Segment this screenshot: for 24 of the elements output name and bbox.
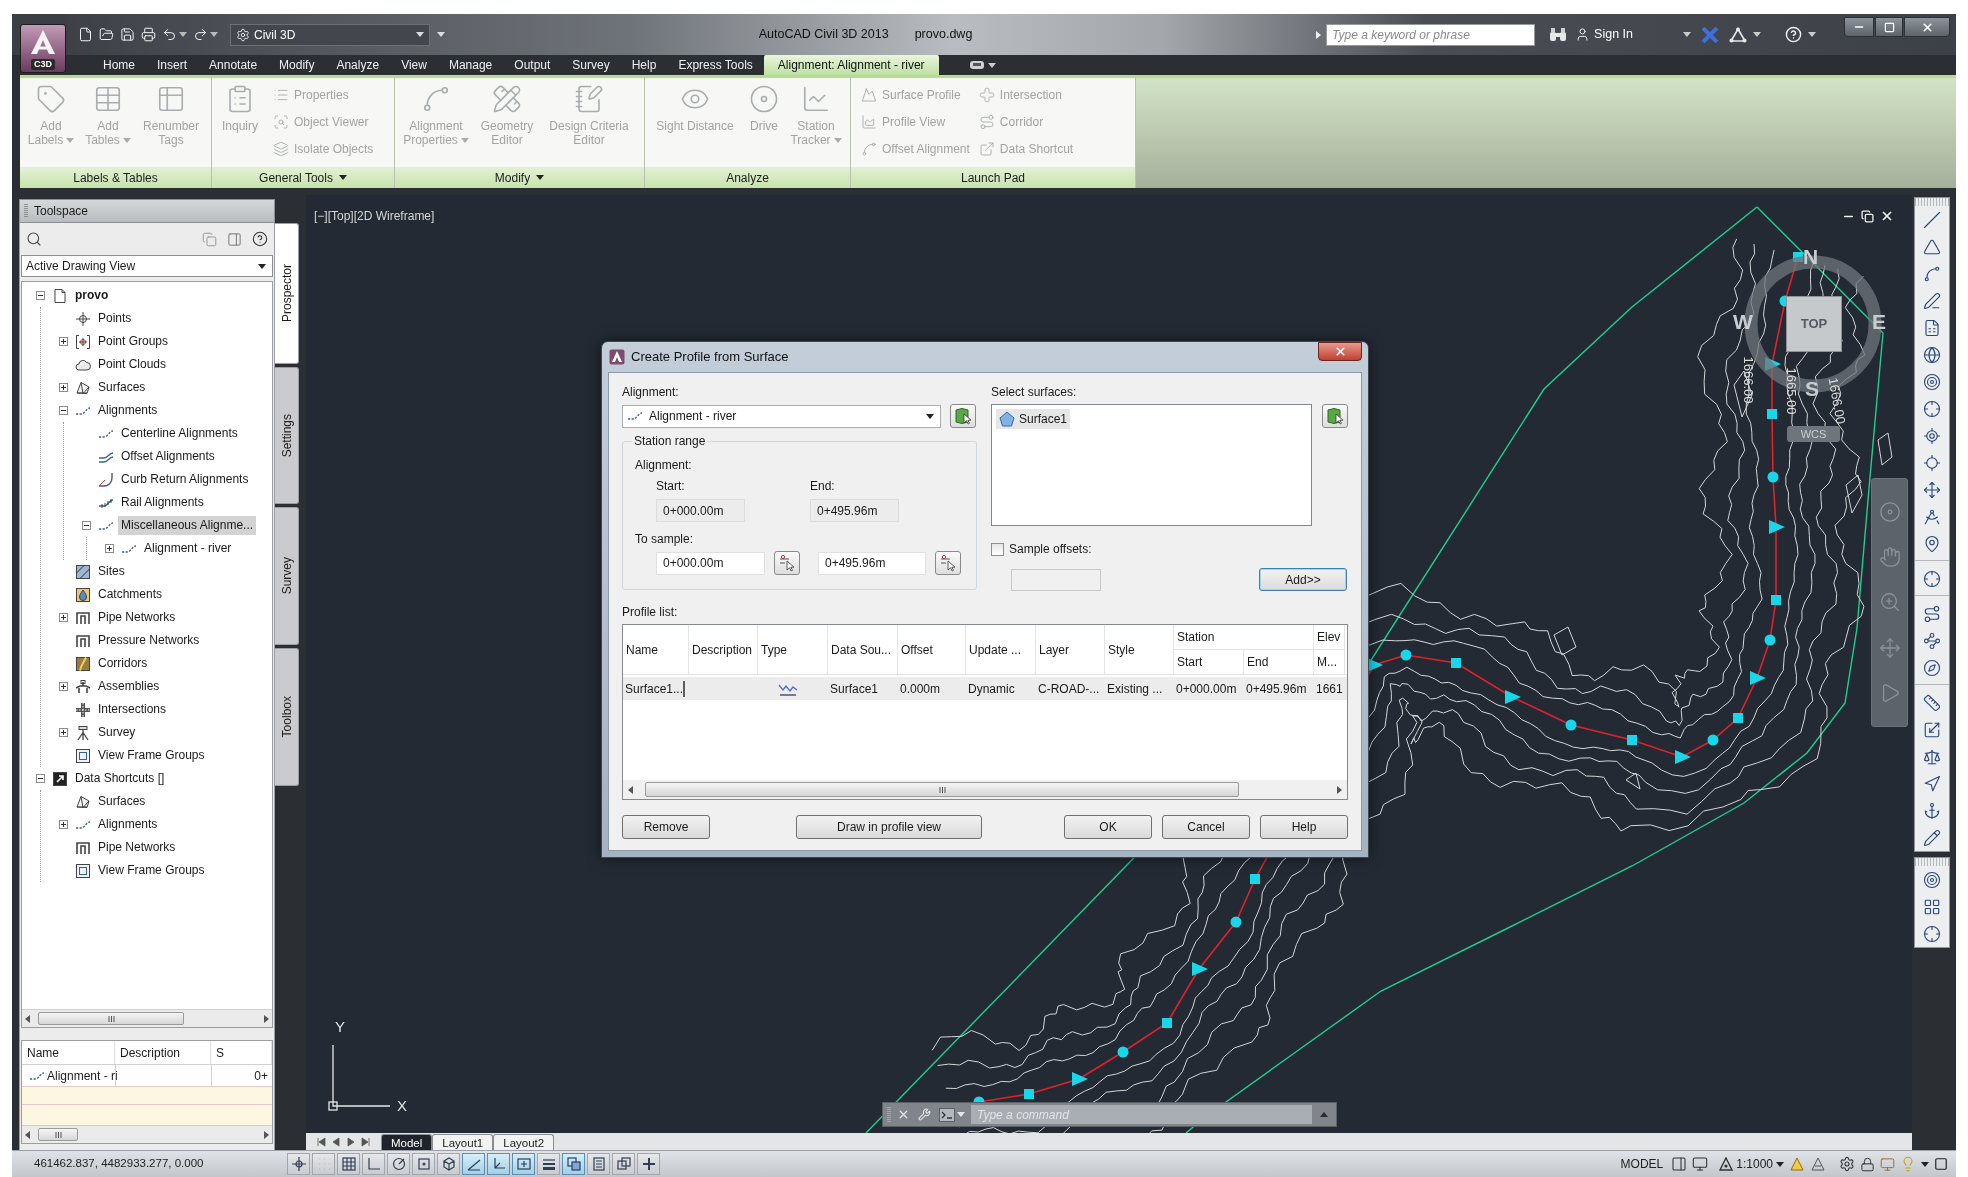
file-name: provo.dwg (914, 26, 973, 44)
table-cell-text: Surface1... (624, 680, 684, 698)
axis-label: X (397, 1097, 407, 1115)
table-cell-text: Surface1 (829, 680, 879, 698)
field-label: End: (810, 479, 836, 494)
field-label: Start: (656, 479, 686, 494)
panel-title: Launch Pad (960, 169, 1026, 187)
table-cell-text: 0.000m (899, 680, 941, 698)
table-cell-text: Dynamic (967, 680, 1015, 698)
axis-label: Y (335, 1018, 345, 1036)
table-cell: 0+ (211, 1065, 272, 1086)
panel-title: Labels & Tables (73, 169, 158, 187)
panel-title: Analyze (726, 169, 769, 187)
field-label: To sample: (635, 532, 695, 547)
field-label: Profile list: (622, 605, 679, 620)
table-cell: Alignment - ri (22, 1065, 115, 1086)
dialog-title: Create Profile from Surface (631, 348, 789, 367)
group-title: Station range (633, 433, 707, 450)
palette-title: Toolspace (34, 203, 89, 220)
app-title: AutoCAD Civil 3D 2013 (758, 26, 889, 44)
field-label: Alignment: (635, 458, 693, 473)
contour-label: 1666.00 (1825, 376, 1849, 426)
field-label: Alignment: (622, 385, 680, 400)
coordinates-readout: 461462.837, 4482933.277, 0.000 (33, 1156, 205, 1172)
